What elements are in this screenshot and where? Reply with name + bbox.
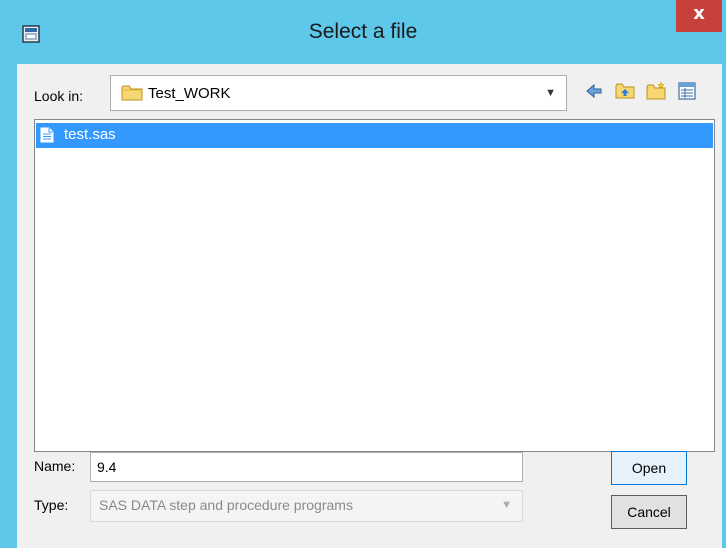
file-name-input[interactable] (90, 452, 523, 482)
select-file-dialog: Select a file x Look in: Test_WORK ▼ tes… (0, 0, 726, 548)
file-name: test.sas (64, 126, 116, 143)
look-in-value: Test_WORK (148, 85, 231, 102)
file-list[interactable]: test.sas (34, 119, 715, 452)
window-title: Select a file (308, 20, 418, 43)
folder-icon (121, 85, 143, 101)
chevron-down-icon[interactable]: ▼ (545, 87, 556, 99)
cancel-button[interactable]: Cancel (611, 495, 687, 529)
details-view-icon[interactable] (677, 81, 697, 101)
up-folder-icon[interactable] (615, 81, 635, 101)
open-button[interactable]: Open (611, 451, 687, 485)
type-label: Type: (34, 497, 69, 513)
file-type-dropdown[interactable]: SAS DATA step and procedure programs ▼ (90, 490, 523, 522)
look-in-dropdown[interactable]: Test_WORK ▼ (110, 75, 567, 111)
close-button[interactable]: x (676, 0, 722, 32)
name-label: Name: (34, 458, 76, 474)
chevron-down-icon[interactable]: ▼ (501, 499, 512, 511)
back-arrow-icon[interactable] (584, 81, 604, 101)
document-icon (40, 127, 54, 143)
title-bar[interactable]: Select a file x (0, 0, 726, 64)
new-folder-icon[interactable] (646, 81, 666, 101)
look-in-label: Look in: (34, 88, 84, 104)
dialog-body: Look in: Test_WORK ▼ test.sas Name: 9.4 … (17, 64, 722, 548)
file-type-value: SAS DATA step and procedure programs (99, 497, 353, 513)
list-item[interactable]: test.sas (36, 123, 713, 148)
